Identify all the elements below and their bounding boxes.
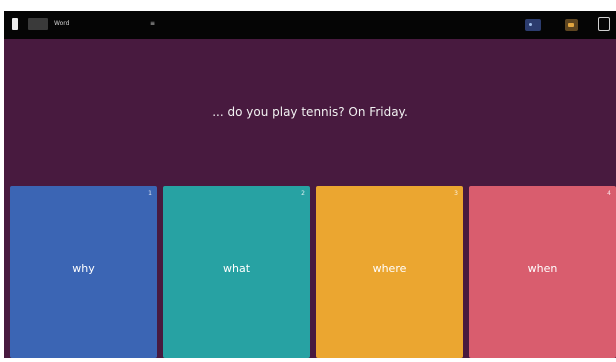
answer-number: 4 [607,190,611,197]
mode-toggle-button[interactable] [28,18,48,30]
answer-number: 3 [454,190,458,197]
answer-label: what [222,262,251,275]
menu-icon[interactable]: ≡ [150,19,155,29]
answer-card-2[interactable]: 2 what [163,186,310,358]
answer-grid: 1 why 2 what 3 where 4 when [10,186,616,358]
score-icon[interactable] [565,19,578,31]
answer-card-3[interactable]: 3 where [316,186,463,358]
participants-icon[interactable] [525,19,541,31]
answer-label: why [72,262,95,275]
fullscreen-icon[interactable] [598,17,610,31]
top-toolbar: Word ≡ [4,11,616,39]
answer-number: 1 [148,190,152,197]
toolbar-title: Word [54,20,70,27]
answer-number: 2 [301,190,305,197]
answer-card-1[interactable]: 1 why [10,186,157,358]
answer-label: when [527,262,558,275]
answer-label: where [372,262,407,275]
answer-card-4[interactable]: 4 when [469,186,616,358]
question-text: ... do you play tennis? On Friday. [212,105,408,119]
logo-icon [12,18,18,30]
app-window: Word ≡ ... do you play tennis? On Friday… [4,11,616,358]
